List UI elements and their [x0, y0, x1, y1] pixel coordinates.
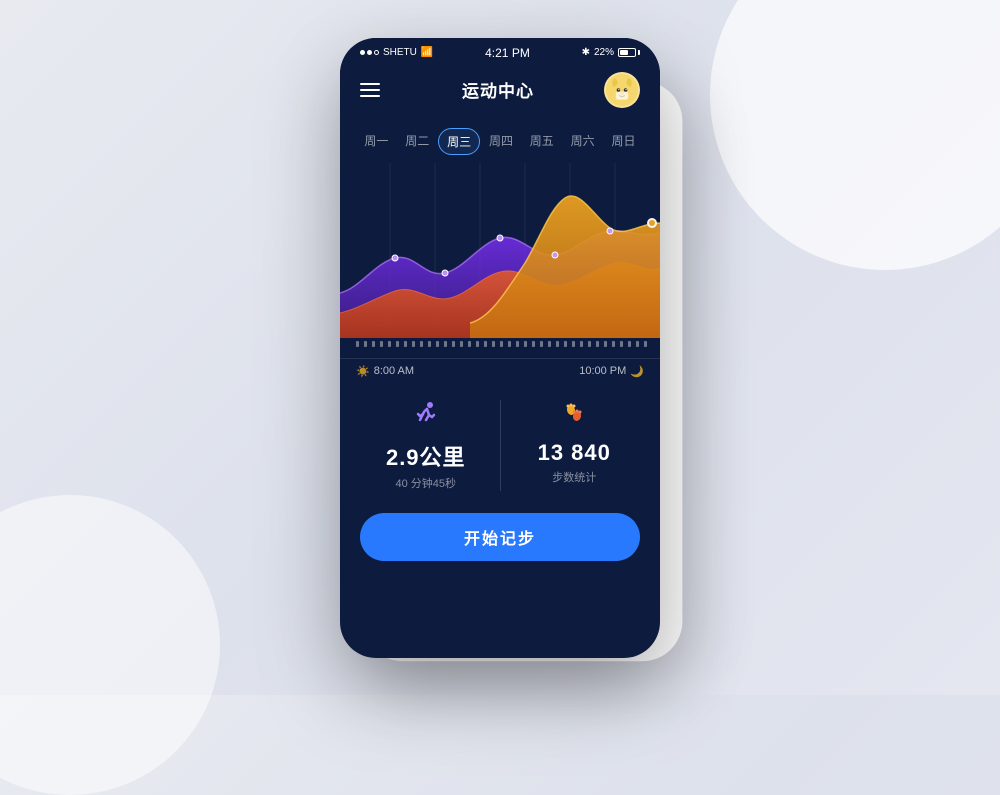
phone-frame: SHETU 📶 4:21 PM ✱ 22% 运动中心 [340, 38, 660, 658]
bg-decoration-1 [710, 0, 1000, 270]
running-icon [412, 400, 440, 434]
distance-stat: 2.9公里 40 分钟45秒 [360, 400, 492, 491]
start-time-text: 8:00 AM [374, 365, 414, 377]
sun-icon: ☀️ [356, 365, 370, 378]
status-right: ✱ 22% [582, 47, 640, 58]
dot2 [367, 50, 372, 55]
steps-stat: 13 840 步数统计 [509, 400, 641, 491]
battery-body [618, 48, 636, 57]
chart-svg [340, 163, 660, 358]
page-title: 运动中心 [462, 77, 534, 102]
battery-percent: 22% [594, 47, 614, 58]
bg-decoration-2 [0, 495, 220, 795]
status-bar: SHETU 📶 4:21 PM ✱ 22% [340, 38, 660, 64]
status-time: 4:21 PM [485, 46, 530, 60]
dot3 [374, 50, 379, 55]
footsteps-svg [560, 400, 588, 428]
week-tabs: 周一 周二 周三 周四 周五 周六 周日 [340, 120, 660, 163]
tab-sunday[interactable]: 周日 [603, 128, 643, 155]
start-button[interactable]: 开始记步 [360, 513, 640, 561]
avatar[interactable] [604, 72, 640, 108]
activity-chart [340, 163, 660, 358]
carrier-name: SHETU [383, 47, 417, 58]
tab-wednesday[interactable]: 周三 [438, 128, 480, 155]
moon-icon: 🌙 [630, 365, 644, 378]
end-time-text: 10:00 PM [579, 365, 626, 377]
app-header: 运动中心 [340, 64, 660, 120]
tab-thursday[interactable]: 周四 [481, 128, 521, 155]
start-button-area: 开始记步 [340, 503, 660, 585]
distance-label: 40 分钟45秒 [395, 475, 456, 491]
steps-label: 步数统计 [552, 469, 596, 485]
footsteps-icon [560, 400, 588, 434]
status-left: SHETU 📶 [360, 47, 433, 58]
runner-svg [412, 400, 440, 428]
wifi-icon: 📶 [421, 47, 433, 58]
menu-line-2 [360, 89, 380, 91]
menu-line-3 [360, 95, 380, 97]
steps-value: 13 840 [538, 440, 611, 466]
dot1 [360, 50, 365, 55]
distance-value: 2.9公里 [386, 440, 466, 472]
tab-saturday[interactable]: 周六 [563, 128, 603, 155]
stats-divider [500, 400, 501, 491]
bluetooth-icon: ✱ [582, 47, 590, 58]
signal-dots [360, 50, 379, 55]
stats-area: 2.9公里 40 分钟45秒 13 840 [340, 384, 660, 503]
battery-tip [638, 50, 640, 55]
menu-line-1 [360, 83, 380, 85]
tab-monday[interactable]: 周一 [356, 128, 396, 155]
end-time: 10:00 PM 🌙 [579, 365, 644, 378]
tab-friday[interactable]: 周五 [522, 128, 562, 155]
time-axis: ☀️ 8:00 AM 10:00 PM 🌙 [340, 358, 660, 384]
start-time: ☀️ 8:00 AM [356, 365, 414, 378]
battery-indicator [618, 48, 640, 57]
battery-fill [620, 50, 628, 55]
avatar-image [606, 72, 638, 108]
tab-tuesday[interactable]: 周二 [397, 128, 437, 155]
menu-button[interactable] [360, 74, 392, 106]
